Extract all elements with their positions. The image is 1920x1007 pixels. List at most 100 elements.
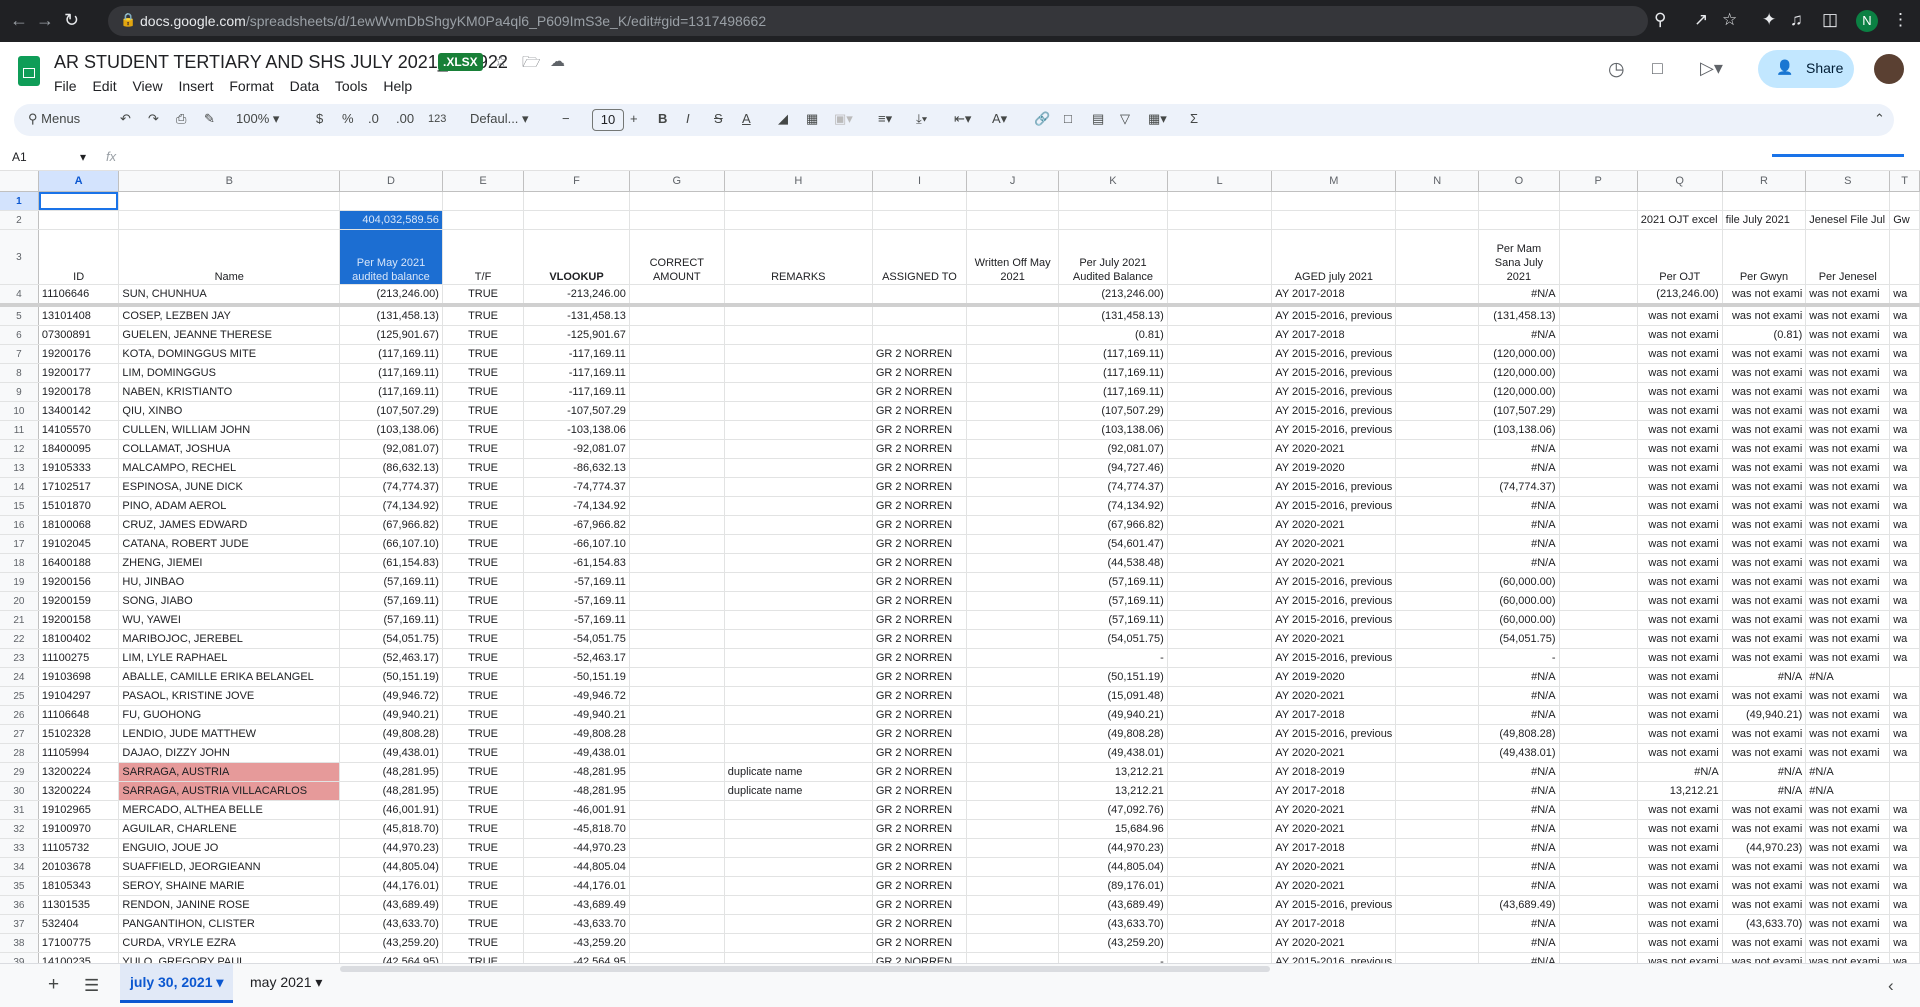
cell-b[interactable]: ESPINOSA, JUNE DICK (118, 477, 341, 497)
cell-e[interactable]: TRUE (442, 781, 525, 801)
cell-d[interactable]: (213,246.00) (339, 284, 443, 307)
cell-m[interactable]: AY 2015-2016, previous (1271, 344, 1397, 364)
column-title-l[interactable] (1167, 229, 1273, 285)
cell-e[interactable]: TRUE (442, 933, 525, 953)
cell-m[interactable]: AY 2019-2020 (1271, 667, 1397, 687)
cell-g[interactable] (629, 458, 725, 478)
cell[interactable] (1722, 191, 1807, 211)
cell-t[interactable]: wa (1889, 477, 1920, 497)
cell-b[interactable]: ABALLE, CAMILLE ERIKA BELANGEL (118, 667, 341, 687)
cell[interactable] (38, 191, 120, 211)
cell-q[interactable]: was not exami (1637, 800, 1723, 820)
cell-g[interactable] (629, 382, 725, 402)
cell-r[interactable]: was not exami (1722, 382, 1807, 402)
cell-p[interactable] (1559, 686, 1638, 706)
cell-q[interactable]: was not exami (1637, 933, 1723, 953)
cell-g[interactable] (629, 857, 725, 877)
cell-l[interactable] (1167, 553, 1273, 573)
merge-cells-icon[interactable]: ▣▾ (834, 111, 853, 127)
cell-g[interactable] (629, 591, 725, 611)
collapse-toolbar-icon[interactable]: ⌃ (1874, 111, 1885, 127)
cell-o[interactable]: #N/A (1478, 496, 1560, 516)
cell[interactable] (872, 210, 968, 230)
cell-j[interactable] (966, 284, 1060, 307)
cell-d[interactable]: (44,176.01) (339, 876, 443, 896)
cell-p[interactable] (1559, 724, 1638, 744)
cell-g[interactable] (629, 401, 725, 421)
cell-r[interactable]: was not exami (1722, 629, 1807, 649)
column-header-r[interactable]: R (1722, 171, 1807, 192)
cell-k[interactable]: (117,169.11) (1058, 344, 1168, 364)
cell-t[interactable]: wa (1889, 496, 1920, 516)
cell-m[interactable]: AY 2020-2021 (1271, 515, 1397, 535)
cell-r[interactable]: (49,940.21) (1722, 705, 1807, 725)
cell-r[interactable]: was not exami (1722, 895, 1807, 915)
link-icon[interactable]: 🔗 (1034, 111, 1050, 127)
row-header[interactable]: 31 (0, 800, 39, 820)
cell[interactable] (523, 191, 630, 211)
cell-k[interactable]: (43,689.49) (1058, 895, 1168, 915)
cell-p[interactable] (1559, 800, 1638, 820)
cell-a[interactable]: 13400142 (38, 401, 120, 421)
cell-o[interactable]: #N/A (1478, 838, 1560, 858)
cell-q[interactable]: was not exami (1637, 382, 1723, 402)
cell-n[interactable] (1395, 705, 1480, 725)
cell-o[interactable]: #N/A (1478, 284, 1560, 307)
chart-icon[interactable]: ▤ (1092, 111, 1104, 127)
row-header[interactable]: 20 (0, 591, 39, 611)
menu-tools[interactable]: Tools (335, 78, 368, 94)
cell-e[interactable]: TRUE (442, 819, 525, 839)
name-box[interactable]: A1 ▾ (12, 150, 86, 164)
cell-l[interactable] (1167, 781, 1273, 801)
cell-i[interactable]: GR 2 NORREN (872, 477, 968, 497)
cell[interactable] (118, 191, 341, 211)
cell-r[interactable]: #N/A (1722, 667, 1807, 687)
redo-icon[interactable]: ↷ (148, 111, 159, 127)
cell-e[interactable]: TRUE (442, 305, 525, 326)
cell-f[interactable]: -44,176.01 (523, 876, 630, 896)
cell-o[interactable]: #N/A (1478, 933, 1560, 953)
version-history-icon[interactable]: ◷ (1608, 58, 1625, 81)
cell-l[interactable] (1167, 724, 1273, 744)
row-header[interactable]: 11 (0, 420, 39, 440)
cell-e[interactable]: TRUE (442, 515, 525, 535)
cell-i[interactable] (872, 325, 968, 345)
cell-t[interactable]: wa (1889, 857, 1920, 877)
cell-i[interactable]: GR 2 NORREN (872, 952, 968, 963)
row-header[interactable]: 30 (0, 781, 39, 801)
cell-p[interactable] (1559, 477, 1638, 497)
cell-f[interactable]: -44,805.04 (523, 857, 630, 877)
row-header[interactable]: 10 (0, 401, 39, 421)
cell-a[interactable]: 17102517 (38, 477, 120, 497)
cell-l[interactable] (1167, 629, 1273, 649)
cell-s[interactable]: was not exami (1805, 515, 1891, 535)
cell-f[interactable]: -66,107.10 (523, 534, 630, 554)
cell-p[interactable] (1559, 705, 1638, 725)
cell-f[interactable]: -74,134.92 (523, 496, 630, 516)
cell-m[interactable]: AY 2015-2016, previous (1271, 895, 1397, 915)
horizontal-scrollbar[interactable] (340, 966, 1270, 972)
cell-d[interactable]: (86,632.13) (339, 458, 443, 478)
cell-q[interactable]: was not exami (1637, 515, 1723, 535)
cell-e[interactable]: TRUE (442, 458, 525, 478)
cell-l[interactable] (1167, 572, 1273, 592)
cell[interactable] (38, 210, 120, 230)
cell-j[interactable] (966, 857, 1060, 877)
cell-r[interactable]: (44,970.23) (1722, 838, 1807, 858)
cell-n[interactable] (1395, 914, 1480, 934)
cell-l[interactable] (1167, 876, 1273, 896)
cell-f[interactable]: -46,001.91 (523, 800, 630, 820)
column-title-o[interactable]: Per Mam Sana July 2021 (1478, 229, 1560, 285)
cell[interactable]: 2021 OJT excel (1637, 210, 1723, 230)
cell-q[interactable]: was not exami (1637, 591, 1723, 611)
cell-j[interactable] (966, 325, 1060, 345)
cell-q[interactable]: was not exami (1637, 895, 1723, 915)
cell-a[interactable]: 532404 (38, 914, 120, 934)
cell-j[interactable] (966, 838, 1060, 858)
cell-n[interactable] (1395, 382, 1480, 402)
cell-h[interactable] (724, 477, 873, 497)
cell-t[interactable]: wa (1889, 401, 1920, 421)
cell-e[interactable]: TRUE (442, 325, 525, 345)
cell-g[interactable] (629, 667, 725, 687)
cell-g[interactable] (629, 800, 725, 820)
